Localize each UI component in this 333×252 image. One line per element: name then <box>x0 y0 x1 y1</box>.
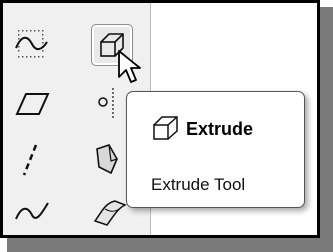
tooltip-title: Extrude <box>186 119 254 139</box>
extrude-icon <box>153 116 178 140</box>
tooltip-description: Extrude Tool <box>151 175 246 194</box>
shaded-solid-icon <box>96 144 118 175</box>
dashed-line-button[interactable] <box>12 139 52 179</box>
sketched-curve-button[interactable] <box>12 24 52 64</box>
shaded-solid-button[interactable] <box>91 139 131 179</box>
parallelogram-icon <box>15 93 50 115</box>
sketched-curve-icon <box>15 30 48 58</box>
tooltip: Extrude Extrude Tool <box>126 91 305 208</box>
spline-icon <box>15 202 49 220</box>
dashed-line-icon <box>22 144 38 176</box>
mouse-pointer-icon <box>118 50 141 83</box>
reference-point-button[interactable] <box>91 84 131 124</box>
screenshot-frame: Extrude Extrude Tool <box>0 0 320 238</box>
spline-button[interactable] <box>12 191 52 231</box>
surface-icon <box>93 200 127 226</box>
parallelogram-button[interactable] <box>12 84 52 124</box>
reference-point-icon <box>98 88 114 120</box>
surface-button[interactable] <box>91 191 131 231</box>
